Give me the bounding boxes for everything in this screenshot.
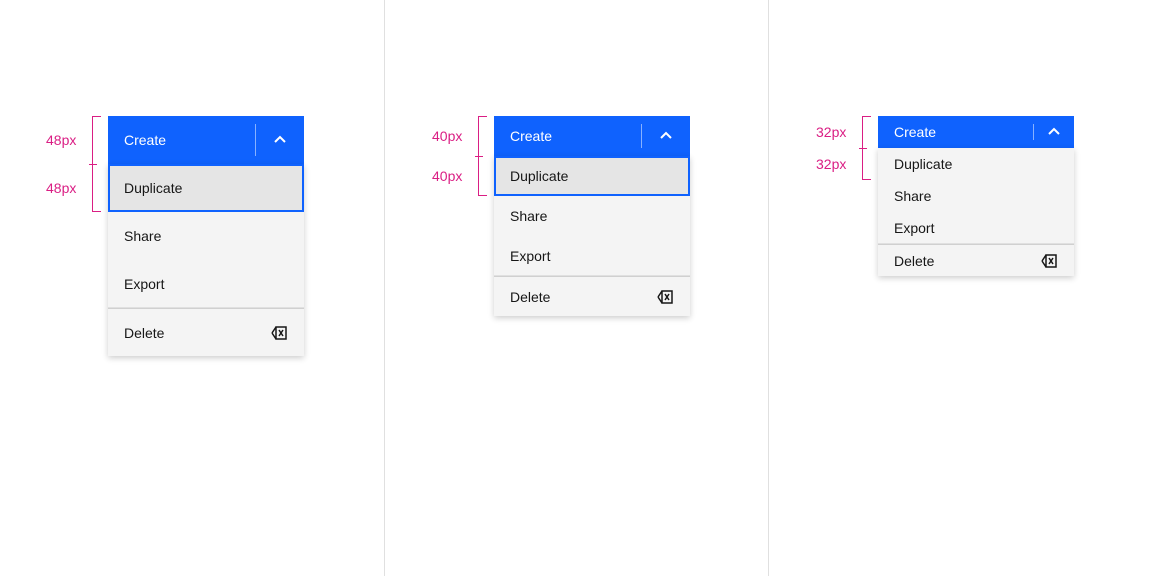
menu-item-share[interactable]: Share [108,212,304,260]
menu-item-duplicate[interactable]: Duplicate [108,164,304,212]
menu-item-delete[interactable]: Delete [878,244,1074,276]
dimension-label: 48px [46,180,76,196]
dimension-label: 48px [46,132,76,148]
dropdown-menu: Duplicate Share Export Delete [494,156,690,316]
menu-item-label: Share [124,228,161,244]
dimension-bracket [92,116,93,212]
menu-item-export[interactable]: Export [878,212,1074,244]
menu-item-label: Share [510,208,547,224]
split-button: Create [494,116,690,156]
delete-icon [656,288,674,306]
delete-icon [270,324,288,342]
menu-item-duplicate[interactable]: Duplicate [878,148,1074,180]
create-button[interactable]: Create [108,116,255,164]
menu-item-label: Share [894,188,931,204]
menu-item-delete[interactable]: Delete [108,308,304,356]
menu-item-label: Duplicate [510,168,568,184]
chevron-up-icon [658,128,674,144]
chevron-toggle[interactable] [256,116,304,164]
dimension-bracket [478,116,479,196]
dropdown-menu: Duplicate Share Export Delete [108,164,304,356]
menu-item-label: Export [894,220,934,236]
menu-item-duplicate[interactable]: Duplicate [494,156,690,196]
variant-medium: Create Duplicate Share Export Delete [494,116,690,316]
chevron-toggle[interactable] [1034,116,1074,148]
menu-item-label: Export [510,248,550,264]
dropdown-menu: Duplicate Share Export Delete [878,148,1074,276]
menu-item-label: Delete [510,289,550,305]
chevron-up-icon [1046,124,1062,140]
menu-item-export[interactable]: Export [108,260,304,308]
create-button[interactable]: Create [494,116,641,156]
menu-item-export[interactable]: Export [494,236,690,276]
dimension-label: 40px [432,168,462,184]
menu-item-label: Export [124,276,164,292]
menu-item-share[interactable]: Share [878,180,1074,212]
dimension-label: 40px [432,128,462,144]
menu-item-delete[interactable]: Delete [494,276,690,316]
menu-item-share[interactable]: Share [494,196,690,236]
menu-item-label: Duplicate [124,180,182,196]
menu-item-label: Delete [894,253,934,269]
split-button: Create [878,116,1074,148]
variant-small: Create Duplicate Share Export Delete [878,116,1074,276]
create-button[interactable]: Create [878,116,1033,148]
menu-item-label: Duplicate [894,156,952,172]
split-button: Create [108,116,304,164]
panel-divider [384,0,385,576]
variant-large: Create Duplicate Share Export Delete [108,116,304,356]
dimension-label: 32px [816,124,846,140]
delete-icon [1040,252,1058,270]
dimension-label: 32px [816,156,846,172]
chevron-up-icon [272,132,288,148]
dimension-bracket [862,116,863,180]
menu-item-label: Delete [124,325,164,341]
chevron-toggle[interactable] [642,116,690,156]
panel-divider [768,0,769,576]
